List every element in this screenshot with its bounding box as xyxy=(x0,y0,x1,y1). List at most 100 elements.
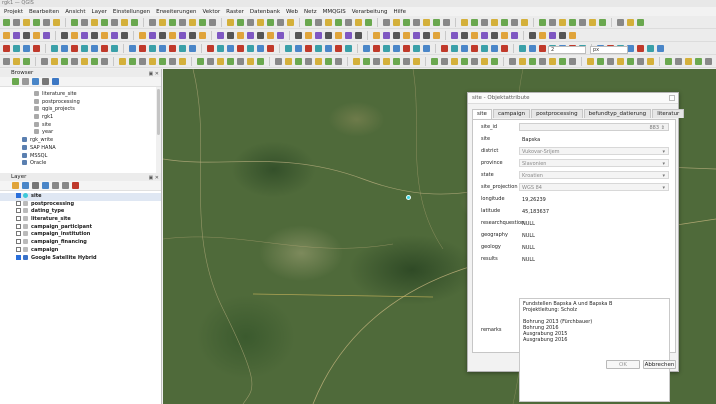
browser-scrollbar[interactable] xyxy=(156,87,161,173)
tool-icon[interactable] xyxy=(169,57,176,65)
tool-icon[interactable] xyxy=(345,31,352,39)
tool-icon[interactable] xyxy=(383,57,390,65)
tool-icon[interactable] xyxy=(345,18,352,26)
properties-icon[interactable] xyxy=(52,78,59,85)
tool-icon[interactable] xyxy=(665,57,672,65)
tool-icon[interactable] xyxy=(129,44,136,52)
tool-icon[interactable] xyxy=(227,57,234,65)
add-selected-icon[interactable] xyxy=(22,78,29,85)
tool-icon[interactable] xyxy=(569,31,576,39)
tool-icon[interactable] xyxy=(637,18,644,26)
tool-icon[interactable] xyxy=(149,44,156,52)
tool-icon[interactable] xyxy=(355,31,362,39)
layer-item[interactable]: postprocessing xyxy=(0,200,161,209)
tab-postprocessing[interactable]: postprocessing xyxy=(531,109,583,118)
tool-icon[interactable] xyxy=(569,18,576,26)
tool-icon[interactable] xyxy=(403,18,410,26)
tool-icon[interactable] xyxy=(481,57,488,65)
tool-icon[interactable] xyxy=(413,57,420,65)
tool-icon[interactable] xyxy=(559,18,566,26)
tool-icon[interactable] xyxy=(325,31,332,39)
tool-icon[interactable] xyxy=(43,31,50,39)
tool-icon[interactable] xyxy=(599,18,606,26)
layer-visibility-checkbox[interactable] xyxy=(16,223,21,229)
tool-icon[interactable] xyxy=(257,44,264,52)
tool-icon[interactable] xyxy=(617,18,624,26)
tool-icon[interactable] xyxy=(705,57,712,65)
tool-icon[interactable] xyxy=(13,44,20,52)
tool-icon[interactable] xyxy=(131,18,138,26)
tool-icon[interactable] xyxy=(403,57,410,65)
filter-icon[interactable] xyxy=(42,182,49,189)
layer-item[interactable]: Google Satellite Hybrid xyxy=(0,254,161,263)
dock-controls-icon[interactable]: ▣ ✕ xyxy=(148,70,159,78)
spin-icon[interactable]: ⇕ xyxy=(661,124,665,132)
tool-icon[interactable] xyxy=(61,44,68,52)
tool-icon[interactable] xyxy=(373,31,380,39)
tool-icon[interactable] xyxy=(119,57,126,65)
tool-icon[interactable] xyxy=(121,18,128,26)
menu-item-7[interactable]: Raster xyxy=(223,9,247,15)
tool-icon[interactable] xyxy=(403,31,410,39)
tool-icon[interactable] xyxy=(451,31,458,39)
add-group-icon[interactable] xyxy=(22,182,29,189)
menu-item-6[interactable]: Vektor xyxy=(199,9,223,15)
tool-icon[interactable] xyxy=(91,44,98,52)
tool-icon[interactable] xyxy=(179,18,186,26)
tool-icon[interactable] xyxy=(33,18,40,26)
tool-icon[interactable] xyxy=(627,44,634,52)
tool-icon[interactable] xyxy=(509,57,516,65)
tool-icon[interactable] xyxy=(81,44,88,52)
tool-icon[interactable] xyxy=(441,44,448,52)
tool-icon[interactable] xyxy=(179,57,186,65)
tool-icon[interactable] xyxy=(101,57,108,65)
tool-icon[interactable] xyxy=(13,31,20,39)
browser-item[interactable]: SAP HANA xyxy=(0,144,161,153)
site-point-marker[interactable] xyxy=(406,195,411,200)
tool-icon[interactable] xyxy=(441,57,448,65)
tool-icon[interactable] xyxy=(237,44,244,52)
tool-icon[interactable] xyxy=(159,31,166,39)
tool-icon[interactable] xyxy=(529,57,536,65)
tool-icon[interactable] xyxy=(471,31,478,39)
tool-icon[interactable] xyxy=(685,57,692,65)
tool-icon[interactable] xyxy=(539,44,546,52)
tool-icon[interactable] xyxy=(121,31,128,39)
tool-icon[interactable] xyxy=(23,31,30,39)
tool-icon[interactable] xyxy=(511,18,518,26)
tool-icon[interactable] xyxy=(71,44,78,52)
chevron-down-icon[interactable]: ▾ xyxy=(662,172,665,180)
tab-befundtyp-datierung[interactable]: befundtyp_datierung xyxy=(583,109,652,118)
tool-icon[interactable] xyxy=(179,44,186,52)
tool-icon[interactable] xyxy=(81,18,88,26)
tool-icon[interactable] xyxy=(325,18,332,26)
chevron-down-icon[interactable]: ▾ xyxy=(662,160,665,168)
tool-icon[interactable] xyxy=(365,18,372,26)
tool-icon[interactable] xyxy=(285,57,292,65)
tool-icon[interactable] xyxy=(257,18,264,26)
tool-icon[interactable] xyxy=(539,18,546,26)
filter-icon[interactable] xyxy=(32,78,39,85)
tool-icon[interactable] xyxy=(315,44,322,52)
tool-icon[interactable] xyxy=(597,57,604,65)
tool-icon[interactable] xyxy=(373,57,380,65)
tool-icon[interactable] xyxy=(207,57,214,65)
tool-icon[interactable] xyxy=(363,57,370,65)
tool-icon[interactable] xyxy=(51,57,58,65)
tool-icon[interactable] xyxy=(295,31,302,39)
tool-icon[interactable] xyxy=(491,31,498,39)
tool-icon[interactable] xyxy=(433,18,440,26)
layer-item[interactable]: campaign_participant xyxy=(0,223,161,232)
tool-icon[interactable] xyxy=(111,31,118,39)
tool-icon[interactable] xyxy=(267,44,274,52)
tool-icon[interactable] xyxy=(91,57,98,65)
tool-icon[interactable] xyxy=(189,18,196,26)
site-projection-field[interactable]: WGS 84 ▾ xyxy=(519,183,669,191)
tool-icon[interactable] xyxy=(519,44,526,52)
tool-icon[interactable] xyxy=(305,31,312,39)
tool-icon[interactable] xyxy=(315,57,322,65)
tool-icon[interactable] xyxy=(287,18,294,26)
layer-item[interactable]: dating_type xyxy=(0,208,161,216)
tool-icon[interactable] xyxy=(501,18,508,26)
layer-visibility-checkbox[interactable] xyxy=(16,208,21,214)
